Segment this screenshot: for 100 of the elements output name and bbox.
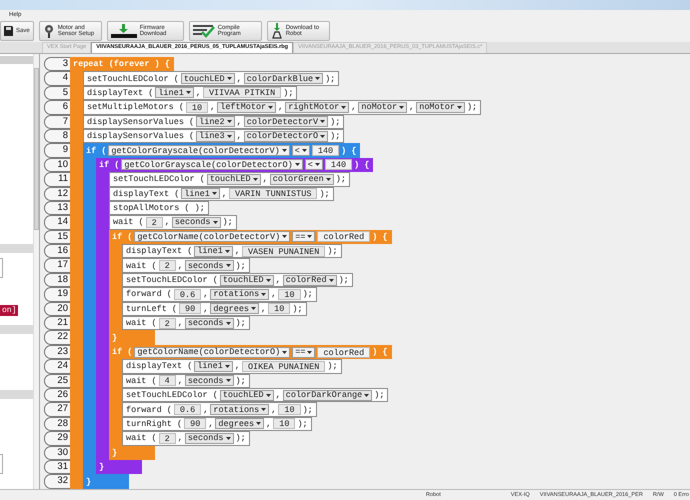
- caret-icon: [252, 178, 258, 181]
- value-field[interactable]: VARIN TUNNISTUS: [228, 188, 318, 200]
- statement-block[interactable]: displayText ( line1 , VIIVAA PITKIN );: [83, 86, 298, 100]
- dropdown[interactable]: line1: [194, 360, 233, 372]
- statement-block[interactable]: displayText ( line1 , OIKEA PUNAINEN );: [122, 359, 342, 374]
- dropdown[interactable]: ==: [292, 231, 316, 242]
- dropdown[interactable]: colorDarkOrange: [282, 390, 372, 401]
- input-field[interactable]: [0, 258, 3, 278]
- statement-block[interactable]: setTouchLEDColor ( touchLED , colorDarkBlue );: [83, 71, 340, 86]
- dropdown[interactable]: colorDarkBlue: [244, 73, 324, 84]
- dropdown[interactable]: colorDetectorV: [244, 116, 328, 128]
- dropdown[interactable]: touchLED: [180, 73, 235, 84]
- statement-block[interactable]: displaySensorValues ( line3 , colorDetectorO );: [83, 128, 344, 144]
- value-field[interactable]: 0.6: [174, 404, 202, 416]
- value-field[interactable]: colorRed: [317, 231, 370, 242]
- statement-block[interactable]: wait ( 2 , seconds );: [109, 215, 237, 230]
- statement-block[interactable]: displaySensorValues ( line2 , colorDetectorV );: [83, 114, 344, 129]
- value-field[interactable]: 10: [273, 418, 296, 430]
- dropdown[interactable]: getColorGrayscale(colorDetectorV): [108, 145, 290, 156]
- statement-block[interactable]: wait ( 4 , seconds );: [122, 374, 250, 388]
- line-number: 29: [44, 431, 70, 446]
- value-field[interactable]: 10: [186, 102, 208, 113]
- dropdown[interactable]: line1: [155, 87, 194, 98]
- code-text: wait (: [126, 318, 157, 328]
- code-text: ) {: [341, 146, 356, 156]
- dropdown[interactable]: ==: [292, 346, 316, 358]
- dropdown[interactable]: colorGreen: [270, 174, 334, 185]
- statement-block[interactable]: forward ( 0.6 , rotations , 10 );: [122, 287, 317, 302]
- statement-block[interactable]: displayText ( line1 , VASEN PUNAINEN );: [122, 244, 342, 258]
- dropdown[interactable]: getColorName(colorDetectorO): [134, 346, 290, 358]
- line-number: 14: [44, 215, 70, 230]
- dropdown[interactable]: rotations: [210, 288, 270, 300]
- value-field[interactable]: 10: [278, 288, 301, 300]
- statement-block[interactable]: setTouchLEDColor ( touchLED , colorRed );: [122, 272, 353, 288]
- statement-block[interactable]: wait ( 2 , seconds );: [122, 431, 250, 446]
- if-block-header[interactable]: if ( getColorName(colorDetectorV) == colorRed ) {: [109, 230, 392, 244]
- dropdown[interactable]: touchLED: [220, 390, 274, 401]
- line-number: 22: [44, 330, 70, 345]
- dropdown[interactable]: line3: [196, 130, 235, 142]
- value-field[interactable]: 4: [158, 375, 176, 386]
- code-text: forward (: [126, 404, 172, 415]
- statement-block[interactable]: setMultipleMotors ( 10 , leftMotor , rightMotor , noMotor , noMotor );: [83, 100, 482, 115]
- dropdown[interactable]: leftMotor: [217, 102, 276, 113]
- statement-block[interactable]: setTouchLEDColor ( touchLED , colorGreen );: [109, 172, 350, 187]
- dropdown[interactable]: degrees: [210, 303, 260, 314]
- dropdown[interactable]: degrees: [215, 418, 264, 430]
- value-field[interactable]: 2: [146, 216, 163, 228]
- dropdown[interactable]: <: [292, 145, 310, 156]
- dropdown[interactable]: touchLED: [220, 274, 274, 286]
- if-block-header[interactable]: if ( getColorGrayscale(colorDetectorO) < 140 ) {: [96, 158, 374, 172]
- dropdown[interactable]: seconds: [184, 432, 234, 444]
- caret-icon: [364, 394, 370, 397]
- value-field[interactable]: 90: [184, 418, 206, 430]
- dropdown[interactable]: noMotor: [358, 102, 408, 113]
- statement-block[interactable]: turnLeft ( 90 , degrees , 10 );: [122, 302, 307, 316]
- statement-block[interactable]: wait ( 2 , seconds );: [122, 258, 250, 273]
- dropdown[interactable]: seconds: [172, 216, 221, 228]
- caret-icon: [261, 292, 266, 296]
- statement-block[interactable]: forward ( 0.6 , rotations , 10 );: [122, 402, 317, 417]
- value-field[interactable]: colorRed: [317, 346, 370, 358]
- code-text: );: [327, 246, 338, 256]
- value-field[interactable]: 140: [324, 159, 352, 170]
- dropdown[interactable]: getColorGrayscale(colorDetectorO): [121, 159, 303, 170]
- value-field[interactable]: 10: [268, 303, 290, 314]
- dropdown[interactable]: seconds: [184, 318, 234, 329]
- value-field[interactable]: 90: [179, 303, 202, 314]
- dropdown[interactable]: line2: [196, 116, 235, 128]
- value-field[interactable]: 2: [158, 432, 176, 444]
- value-field[interactable]: VIIVAA PITKIN: [202, 87, 282, 98]
- dropdown[interactable]: touchLED: [206, 174, 261, 185]
- value-field[interactable]: 2: [158, 318, 176, 329]
- statement-block[interactable]: setTouchLEDColor ( touchLED , colorDarkOrange );: [122, 388, 388, 402]
- statement-block[interactable]: turnRight ( 90 , degrees , 10 );: [122, 416, 312, 432]
- value-field[interactable]: VASEN PUNAINEN: [242, 246, 326, 257]
- statement-block[interactable]: wait ( 2 , seconds );: [122, 316, 250, 330]
- dropdown[interactable]: line1: [181, 188, 220, 200]
- if-block-header[interactable]: if ( getColorName(colorDetectorO) == colorRed ) {: [109, 344, 392, 360]
- if-block-header[interactable]: if ( getColorGrayscale(colorDetectorV) < 140 ) {: [83, 143, 360, 158]
- dropdown[interactable]: noMotor: [416, 102, 465, 113]
- dropdown[interactable]: rightMotor: [285, 102, 350, 113]
- statement-block[interactable]: displayText ( line1 , VARIN TUNNISTUS );: [109, 186, 334, 201]
- code-text: setTouchLEDColor (: [113, 174, 205, 184]
- dropdown[interactable]: colorRed: [282, 274, 337, 286]
- value-field[interactable]: 0.6: [174, 288, 202, 300]
- dropdown[interactable]: getColorName(colorDetectorV): [134, 231, 290, 242]
- code-text: if (: [86, 146, 106, 156]
- dropdown[interactable]: rotations: [210, 404, 270, 416]
- value-field[interactable]: 2: [158, 260, 176, 272]
- scrollbar[interactable]: [33, 54, 39, 489]
- dropdown[interactable]: <: [304, 159, 323, 170]
- code-text: ,: [178, 318, 183, 328]
- dropdown[interactable]: seconds: [184, 375, 234, 386]
- statement-block[interactable]: stopAllMotors ( );: [109, 200, 209, 216]
- input-field[interactable]: [0, 454, 3, 474]
- value-field[interactable]: 10: [278, 404, 301, 416]
- dropdown[interactable]: colorDetectorO: [244, 130, 328, 142]
- value-field[interactable]: OIKEA PUNAINEN: [242, 360, 326, 372]
- dropdown[interactable]: line1: [194, 246, 233, 257]
- dropdown[interactable]: seconds: [184, 260, 234, 272]
- value-field[interactable]: 140: [312, 145, 340, 156]
